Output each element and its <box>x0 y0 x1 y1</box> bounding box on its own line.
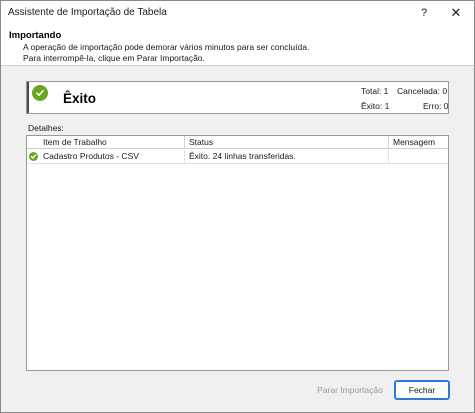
row-success-icon <box>29 152 38 161</box>
wizard-header: Importando A operação de importação pode… <box>1 24 474 66</box>
window-title: Assistente de Importação de Tabela <box>8 7 167 18</box>
status-accent-bar <box>27 82 29 113</box>
import-wizard-window: Assistente de Importação de Tabela ? ✕ I… <box>0 0 475 413</box>
status-title: Êxito <box>63 91 97 106</box>
row-item-cell: Cadastro Produtos - CSV <box>39 150 185 163</box>
row-status-cell: Êxito. 24 linhas transferidas. <box>185 150 389 163</box>
grid-header: Item de Trabalho Status Mensagem <box>27 136 448 149</box>
stat-error: Erro: 0 <box>423 101 449 111</box>
details-grid: Item de Trabalho Status Mensagem Cadastr… <box>26 135 449 371</box>
stat-success: Êxito: 1 <box>361 101 390 111</box>
stat-cancelled: Cancelada: 0 <box>397 86 448 96</box>
close-button[interactable]: Fechar <box>394 380 450 400</box>
row-message-cell <box>389 150 448 163</box>
close-window-button[interactable]: ✕ <box>443 1 469 24</box>
column-header-item[interactable]: Item de Trabalho <box>39 136 185 149</box>
column-header-status[interactable]: Status <box>185 136 389 149</box>
header-title: Importando <box>9 30 62 41</box>
stop-import-button[interactable]: Parar Importação <box>316 380 384 400</box>
header-description: A operação de importação pode demorar vá… <box>23 42 310 63</box>
column-header-message[interactable]: Mensagem <box>389 136 448 149</box>
stat-total: Total: 1 <box>361 86 389 96</box>
success-check-icon <box>32 85 48 101</box>
help-button[interactable]: ? <box>411 1 437 24</box>
table-row[interactable]: Cadastro Produtos - CSV Êxito. 24 linhas… <box>27 150 448 164</box>
details-label: Detalhes: <box>28 123 64 133</box>
status-panel: Êxito Total: 1 Cancelada: 0 Êxito: 1 Err… <box>26 81 449 114</box>
title-bar: Assistente de Importação de Tabela ? ✕ <box>1 1 474 24</box>
